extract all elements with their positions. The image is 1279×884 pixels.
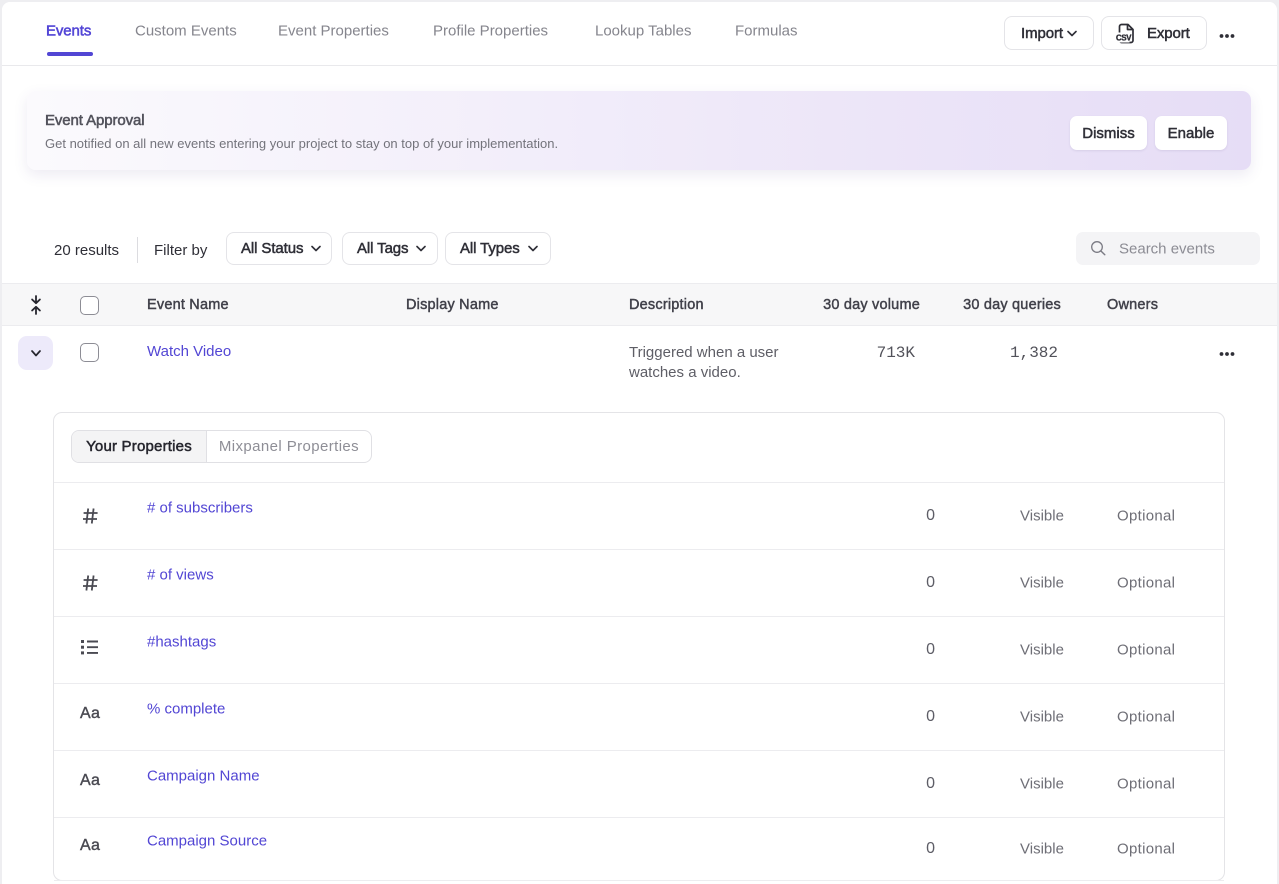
svg-text:CSV: CSV (1116, 33, 1132, 42)
